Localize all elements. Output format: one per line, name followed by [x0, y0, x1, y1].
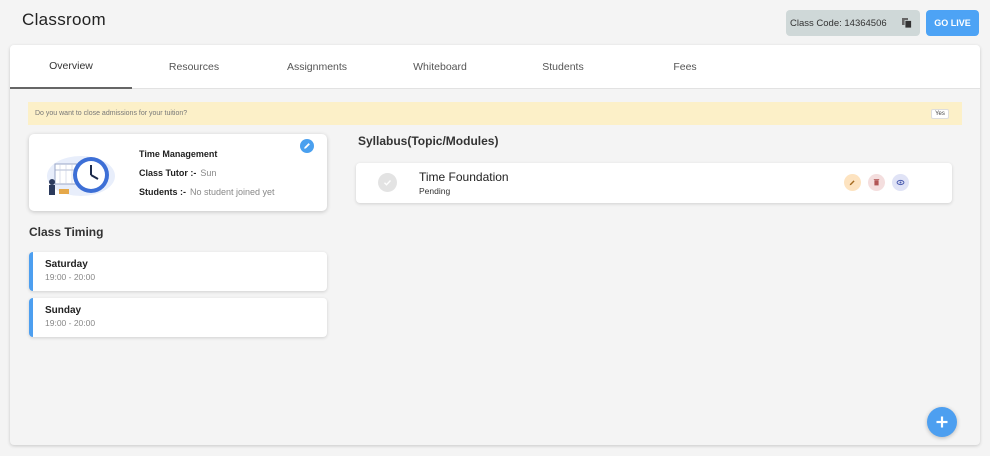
pencil-icon	[849, 180, 855, 186]
timing-time: 19:00 - 20:00	[45, 318, 96, 328]
page-title: Classroom	[22, 10, 106, 29]
class-code-badge[interactable]: Class Code: 14364506	[786, 10, 920, 36]
eye-icon	[896, 179, 905, 186]
tutor-value: Sun	[200, 167, 217, 178]
yes-button[interactable]: Yes	[931, 109, 949, 119]
banner-text: Do you want to close admissions for your…	[35, 110, 188, 117]
module-row: Time Foundation Pending	[356, 163, 952, 203]
module-name: Time Foundation	[419, 170, 509, 184]
admissions-banner: Do you want to close admissions for your…	[28, 102, 962, 125]
class-name: Time Management	[139, 148, 218, 159]
tab-assignments[interactable]: Assignments	[256, 45, 378, 89]
add-button[interactable]	[927, 407, 957, 437]
timing-day: Saturday	[45, 259, 88, 270]
syllabus-title: Syllabus(Topic/Modules)	[358, 134, 499, 148]
class-timing-title: Class Timing	[29, 225, 104, 239]
check-icon	[384, 180, 392, 186]
clock-illustration	[47, 156, 115, 196]
view-module-button[interactable]	[892, 174, 909, 191]
complete-check-button[interactable]	[378, 173, 397, 192]
trash-icon	[873, 179, 880, 186]
timing-day: Sunday	[45, 305, 82, 316]
class-info-card: Time Management Class Tutor :- Sun Stude…	[29, 134, 327, 211]
edit-class-button[interactable]	[300, 139, 314, 153]
tab-students[interactable]: Students	[502, 45, 624, 89]
students-value: No student joined yet	[190, 186, 275, 197]
class-code-text: Class Code: 14364506	[790, 17, 887, 29]
copy-icon[interactable]	[901, 17, 913, 29]
edit-module-button[interactable]	[844, 174, 861, 191]
tab-fees[interactable]: Fees	[624, 45, 746, 89]
classroom-card: Overview Resources Assignments Whiteboar…	[10, 45, 980, 445]
timing-slot[interactable]: Saturday 19:00 - 20:00	[29, 252, 327, 291]
tab-overview[interactable]: Overview	[10, 45, 132, 89]
tab-bar: Overview Resources Assignments Whiteboar…	[10, 45, 980, 89]
timing-time: 19:00 - 20:00	[45, 272, 96, 282]
pencil-icon	[304, 143, 310, 149]
tutor-label: Class Tutor :-	[139, 167, 197, 178]
plus-icon	[936, 416, 948, 428]
module-status: Pending	[419, 186, 451, 196]
timing-slot[interactable]: Sunday 19:00 - 20:00	[29, 298, 327, 337]
delete-module-button[interactable]	[868, 174, 885, 191]
students-label: Students :-	[139, 186, 186, 197]
tab-resources[interactable]: Resources	[133, 45, 255, 89]
tab-whiteboard[interactable]: Whiteboard	[379, 45, 501, 89]
go-live-button[interactable]: GO LIVE	[926, 10, 979, 36]
